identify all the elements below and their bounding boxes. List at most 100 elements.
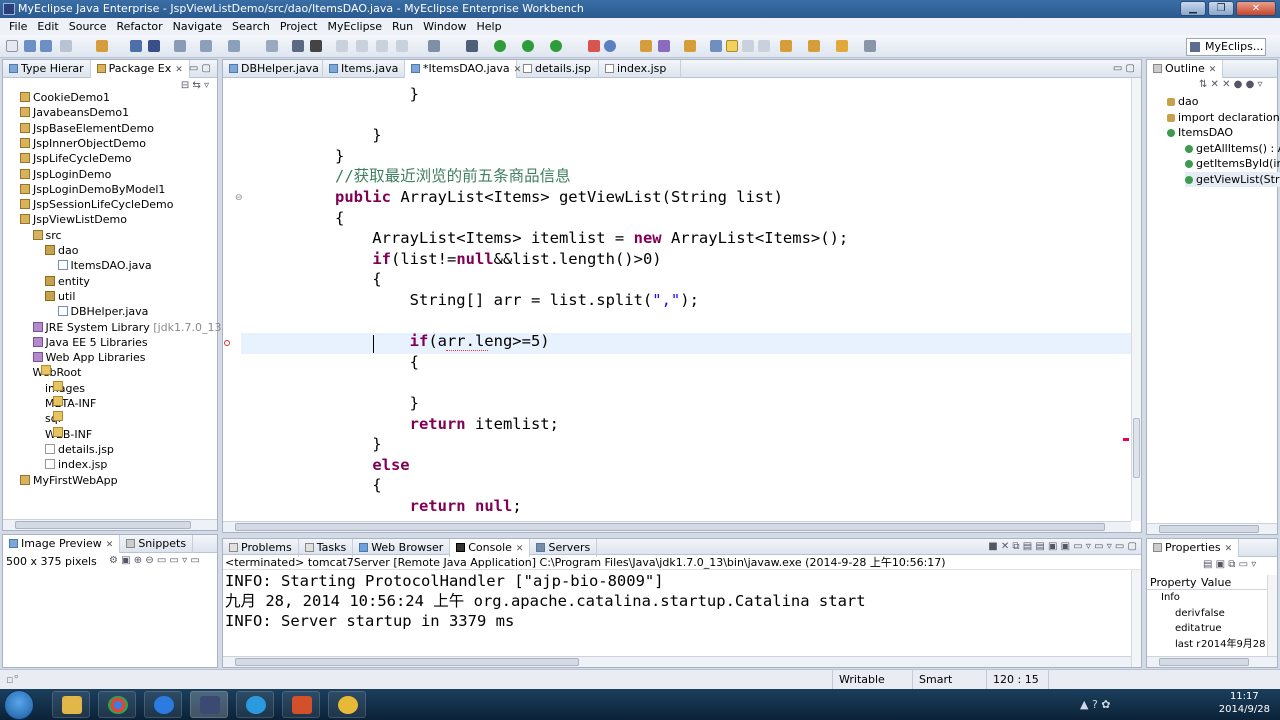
forward-icon[interactable] [864,40,876,52]
tree-item[interactable]: JspLifeCycleDemo [20,151,132,166]
property-row[interactable]: deriv false [1147,606,1267,621]
debug-icon[interactable] [466,40,478,52]
outline-item[interactable]: getAllItems() : A [1185,141,1280,156]
code-line[interactable]: } [223,125,381,146]
tree-item[interactable]: JspBaseElementDemo [20,121,154,136]
tab-image-preview[interactable]: Image Preview ✕ [3,535,121,553]
code-line[interactable]: return itemlist; [223,414,559,435]
tree-item[interactable]: Java EE 5 Libraries [32,335,148,350]
menu-search[interactable]: Search [227,18,275,35]
tool3-icon[interactable] [336,40,348,52]
tool4-icon[interactable] [356,40,368,52]
outline-item[interactable]: getItemsById(in [1185,156,1280,171]
code-area[interactable]: ⊖ } } } //获取最近浏览的前五条商品信息 public ArrayLis… [223,78,1141,521]
property-row[interactable]: edita true [1147,621,1267,636]
properties-horizontal-scrollbar[interactable] [1147,656,1277,667]
menu-refactor[interactable]: Refactor [112,18,168,35]
print-icon[interactable] [60,40,72,52]
taskbar-clock[interactable]: 11:17 2014/9/28 [1219,690,1270,716]
run-external-icon[interactable] [550,40,562,52]
code-line[interactable]: } [223,146,344,167]
tool-icon[interactable] [292,40,304,52]
close-tab-icon[interactable]: ✕ [516,544,524,554]
code-line[interactable]: return null; [223,496,522,517]
code-line[interactable]: } [223,393,419,414]
code-line[interactable]: ArrayList<Items> itemlist = new ArrayLis… [223,228,848,249]
db-icon[interactable] [174,40,186,52]
menu-myeclipse[interactable]: MyEclipse [322,18,387,35]
taskbar-app[interactable] [328,691,366,718]
menu-help[interactable]: Help [472,18,507,35]
tab-snippets[interactable]: Snippets [120,535,194,553]
save-all-icon[interactable] [40,40,52,52]
deploy-icon[interactable] [148,40,160,52]
menu-navigate[interactable]: Navigate [168,18,227,35]
code-line[interactable]: if(list!=null&&list.length()>0) [223,249,661,270]
tree-item[interactable]: src [32,228,62,243]
tree-item[interactable]: JspLoginDemoByModel1 [20,182,165,197]
preview-tools-icon[interactable]: ⚙ ▣ ⊕ ⊖ ▭ ▭ ▿ ▭ [109,555,200,566]
taskbar-media[interactable] [144,691,182,718]
editor-vertical-scrollbar[interactable] [1131,78,1141,521]
tree-item[interactable]: entity [45,274,90,289]
outline-toolbar-icon[interactable]: ⇅ ✕ ✕ ● ● ▿ [1199,79,1263,90]
run-config-icon[interactable] [266,40,278,52]
toggle-mark-icon[interactable] [726,40,738,52]
menu-run[interactable]: Run [387,18,418,35]
tree-item[interactable]: WEB-INF [45,426,92,442]
wizard2-icon[interactable] [228,40,240,52]
properties-toolbar-icon[interactable]: ▤ ▣ ⧉ ▭ ▿ [1203,559,1256,570]
tree-item[interactable]: JspSessionLifeCycleDemo [20,197,174,212]
code-line[interactable]: } [223,84,419,105]
maximize-button[interactable]: ❐ [1208,1,1234,16]
property-row[interactable]: last r 2014年9月28 [1147,637,1267,652]
tree-item[interactable]: JavabeansDemo1 [20,105,129,120]
tab-itemsdao-java[interactable]: *ItemsDAO.java ✕ [405,60,521,78]
outline-item[interactable]: getViewList(Stri [1185,171,1280,187]
property-column-header[interactable]: Property [1150,575,1197,590]
tree-item[interactable]: DBHelper.java [57,304,148,319]
close-tab-icon[interactable]: ✕ [1209,65,1217,75]
monitor-icon[interactable] [428,40,440,52]
tree-item[interactable]: WebRoot [33,365,81,380]
new-package-icon[interactable] [604,40,616,52]
tab-dbhelper-java[interactable]: DBHelper.java [223,60,323,78]
tree-item[interactable]: Web App Libraries [32,350,145,365]
taskbar-chrome[interactable] [98,691,136,718]
tree-item[interactable]: JspInnerObjectDemo [20,136,146,151]
globe-icon[interactable] [310,40,322,52]
menu-window[interactable]: Window [418,18,471,35]
run-icon[interactable] [494,40,506,52]
tree-item[interactable]: sql [45,411,63,426]
save-icon[interactable] [24,40,36,52]
tree-item[interactable]: index.jsp [45,457,107,472]
start-button[interactable] [4,690,34,720]
code-line[interactable]: { [223,269,381,290]
maximize-editor-icon[interactable]: ▭ ▢ [1113,63,1135,74]
menu-edit[interactable]: Edit [32,18,63,35]
tree-item[interactable]: details.jsp [45,442,114,457]
code-line[interactable]: { [223,475,381,496]
taskbar-powerpoint[interactable] [282,691,320,718]
tool5-icon[interactable] [376,40,388,52]
whitespace-icon[interactable] [758,40,770,52]
tab-items-java[interactable]: Items.java [323,60,405,78]
taskbar-skype[interactable] [236,691,274,718]
tree-item[interactable]: CookieDemo1 [20,90,110,105]
back-icon[interactable] [836,40,848,52]
tab-type-hierarchy[interactable]: Type Hierar [3,60,91,78]
server-icon[interactable] [130,40,142,52]
open-type-icon[interactable] [640,40,652,52]
overview-error-marker[interactable] [1123,438,1129,441]
tab-outline[interactable]: Outline ✕ [1147,60,1224,78]
close-button[interactable]: ✕ [1236,1,1276,16]
tool6-icon[interactable] [396,40,408,52]
prev-annotation-icon[interactable] [808,40,820,52]
minimize-view-icon[interactable]: ▭ ▢ [189,63,211,74]
code-line[interactable]: else [223,455,409,476]
property-row[interactable]: Info [1147,590,1267,605]
collapse-all-icon[interactable]: ⊟ ⇆ ▿ [181,80,209,91]
tree-item[interactable]: dao [45,243,78,258]
tab-index-jsp[interactable]: index.jsp [599,60,681,78]
annotation-icon[interactable] [710,40,722,52]
